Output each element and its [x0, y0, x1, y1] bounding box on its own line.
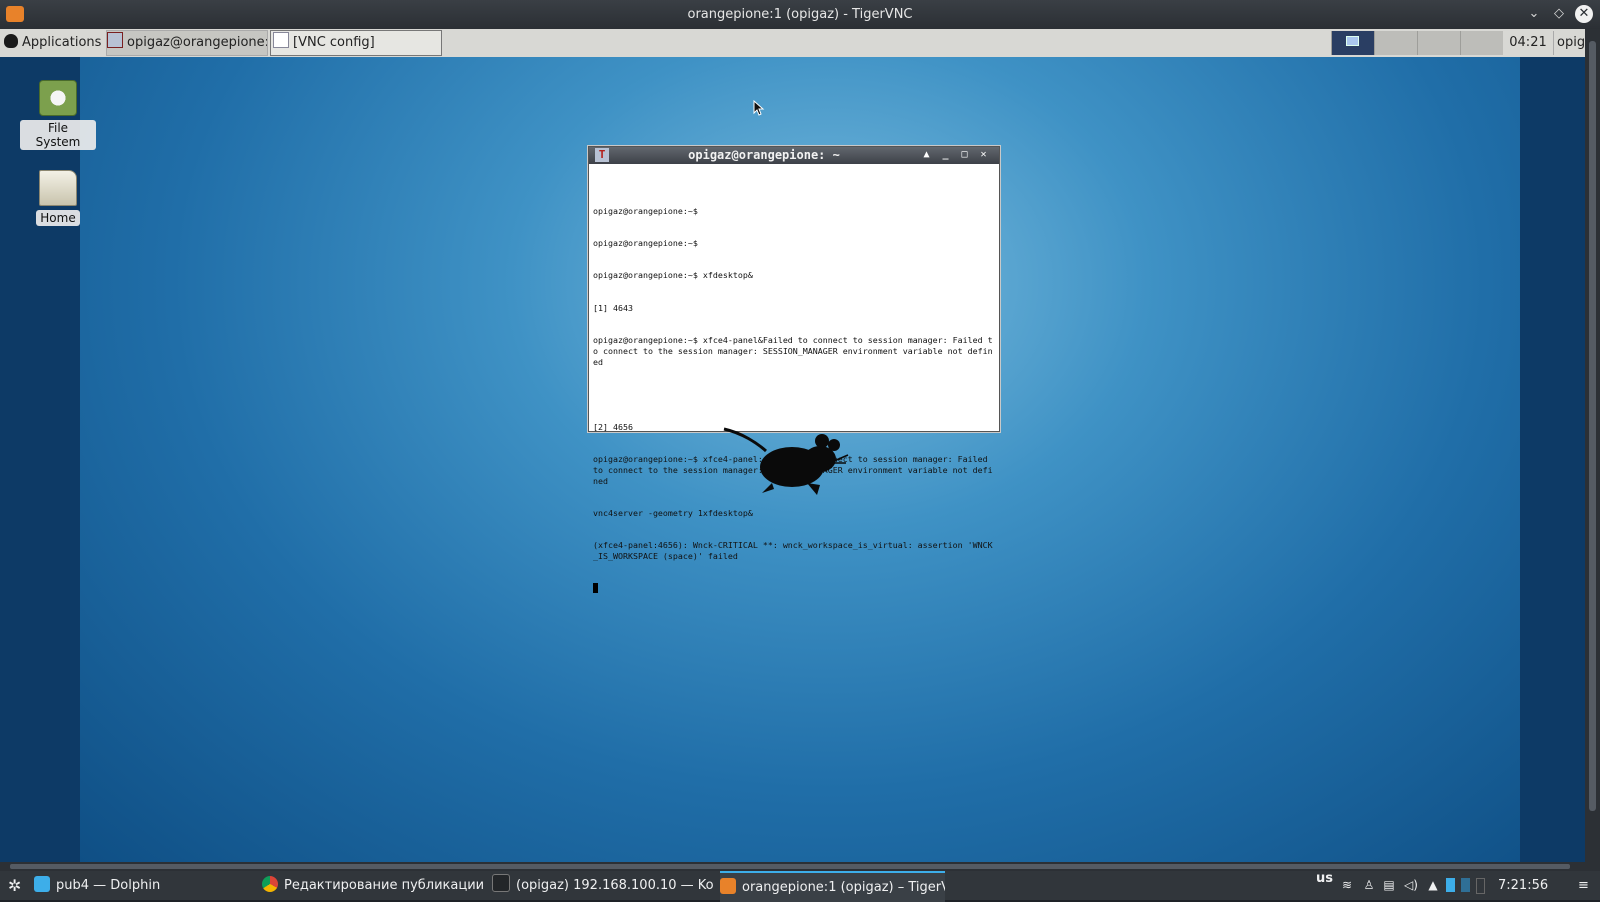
- desktop-icon-filesystem[interactable]: File System: [20, 80, 96, 150]
- scrollbar-thumb[interactable]: [1589, 41, 1596, 811]
- taskbar-item-label: (opigaz) 192.168.100.10 — Konsole: [516, 878, 714, 893]
- horizontal-scrollbar[interactable]: [0, 862, 1585, 871]
- desktop-icon-home[interactable]: Home: [20, 170, 96, 226]
- panel-task-label: [VNC config]: [293, 35, 375, 50]
- workspace-3[interactable]: [1417, 31, 1460, 55]
- desktop-icon-label: File System: [20, 120, 96, 150]
- window-icon: [273, 32, 289, 48]
- mouse-pointer-icon: [753, 100, 765, 116]
- panel-task-vnc-config[interactable]: [VNC config]: [270, 30, 442, 56]
- virtual-desktop-1[interactable]: [1446, 878, 1455, 892]
- expand-tray-icon[interactable]: ▲: [1426, 878, 1440, 892]
- application-launcher-icon[interactable]: ✲: [8, 871, 30, 900]
- taskbar-item-label: orangepione:1 (opigaz) – TigerVNC: [742, 880, 945, 895]
- desktop-right-margin: [1520, 57, 1585, 862]
- terminal-line: opigaz@orangepione:~$ xfce4-panel&Failed…: [593, 335, 993, 367]
- xfce-top-panel: Applications opigaz@orangepione: ~ [VNC …: [0, 29, 1589, 58]
- terminal-line: [1] 4643: [593, 302, 633, 313]
- terminal-titlebar[interactable]: T opigaz@orangepione: ~ ▲ _ □ ✕: [589, 147, 999, 164]
- applications-menu-button[interactable]: Applications: [4, 31, 104, 55]
- shade-button[interactable]: ▲: [919, 148, 934, 162]
- scrollbar-thumb[interactable]: [10, 864, 1570, 869]
- accessibility-icon[interactable]: ♙: [1362, 878, 1376, 892]
- xfce-mouse-logo: [723, 427, 849, 495]
- workspace-1[interactable]: [1331, 31, 1374, 55]
- panel-clock[interactable]: 04:21: [1507, 31, 1549, 55]
- terminal-output[interactable]: opigaz@orangepione:~$ opigaz@orangepione…: [589, 164, 999, 617]
- terminal-maximize-button[interactable]: □: [957, 148, 972, 162]
- folder-icon: [34, 876, 50, 892]
- folder-icon: [39, 170, 77, 206]
- terminal-cursor-line: [593, 583, 995, 595]
- text-cursor: [593, 583, 598, 594]
- chrome-icon: [262, 876, 278, 892]
- terminal-minimize-button[interactable]: _: [938, 148, 953, 162]
- taskbar-clock[interactable]: 7:21:56: [1498, 871, 1548, 900]
- konsole-icon: [492, 874, 510, 892]
- close-button[interactable]: ✕: [1575, 5, 1593, 23]
- taskbar-item-tigervnc[interactable]: orangepione:1 (opigaz) – TigerVNC: [720, 871, 945, 902]
- virtual-desktop-3[interactable]: [1476, 878, 1485, 894]
- panel-task-label: opigaz@orangepione: ~: [127, 35, 268, 50]
- vnc-window-titlebar[interactable]: orangepione:1 (opigaz) - TigerVNC ⌄ ◇ ✕: [0, 0, 1600, 29]
- maximize-button[interactable]: ◇: [1550, 5, 1568, 23]
- drive-icon: [39, 80, 77, 116]
- terminal-window[interactable]: T opigaz@orangepione: ~ ▲ _ □ ✕ opigaz@o…: [588, 146, 1000, 594]
- terminal-title: opigaz@orangepione: ~: [688, 148, 840, 162]
- vertical-scrollbar[interactable]: [1585, 29, 1600, 871]
- terminal-line: opigaz@orangepione:~$: [593, 237, 698, 248]
- tigervnc-icon: [720, 878, 736, 894]
- panel-user-button[interactable]: opiga: [1553, 31, 1589, 55]
- terminal-line: opigaz@orangepione:~$ xfdesktop&: [593, 270, 753, 281]
- host-taskbar: ✲ pub4 — Dolphin Редактирование публикац…: [0, 871, 1600, 902]
- taskbar-item-label: Редактирование публикации / Х...: [284, 878, 484, 893]
- taskbar-item-label: pub4 — Dolphin: [56, 878, 161, 893]
- pager-window-thumb: [1346, 36, 1359, 46]
- terminal-line: opigaz@orangepione:~$: [593, 205, 698, 216]
- volume-icon[interactable]: ◁): [1404, 878, 1418, 892]
- taskbar-item-konsole[interactable]: (opigaz) 192.168.100.10 — Konsole: [492, 871, 714, 900]
- desktop-icon-label: Home: [36, 210, 80, 226]
- panel-task-terminal[interactable]: opigaz@orangepione: ~: [106, 30, 268, 56]
- clipboard-icon[interactable]: ▤: [1382, 878, 1396, 892]
- virtual-desktop-2[interactable]: [1461, 878, 1470, 892]
- terminal-icon: [107, 32, 123, 48]
- window-title: orangepione:1 (opigaz) - TigerVNC: [687, 7, 913, 22]
- taskbar-item-browser[interactable]: Редактирование публикации / Х...: [262, 871, 484, 900]
- workspace-2[interactable]: [1374, 31, 1417, 55]
- panel-menu-icon[interactable]: ≡: [1578, 871, 1589, 900]
- terminal-close-button[interactable]: ✕: [976, 148, 991, 162]
- terminal-line: vnc4server -geometry 1xfdesktop&: [593, 507, 753, 518]
- terminal-line: (xfce4-panel:4656): Wnck-CRITICAL **: wn…: [593, 540, 993, 562]
- taskbar-item-dolphin[interactable]: pub4 — Dolphin: [34, 871, 254, 900]
- keyboard-layout-indicator[interactable]: us: [1316, 871, 1333, 886]
- applications-label: Applications: [22, 35, 102, 50]
- workspace-4[interactable]: [1460, 31, 1503, 55]
- wifi-icon[interactable]: ≋: [1340, 878, 1354, 892]
- minimize-button[interactable]: ⌄: [1525, 5, 1543, 23]
- xfce-mouse-icon: [4, 34, 18, 48]
